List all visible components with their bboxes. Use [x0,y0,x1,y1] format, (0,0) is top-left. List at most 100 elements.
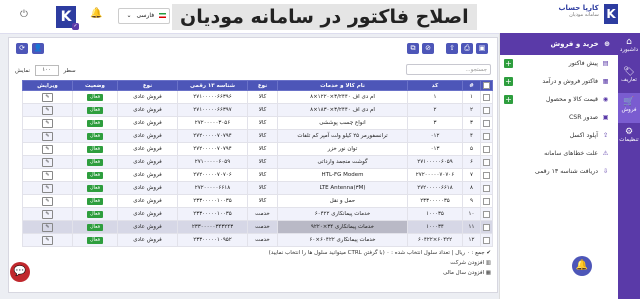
row-checkbox-cell[interactable] [480,103,493,117]
row-checkbox[interactable] [483,158,490,166]
row-checkbox-cell[interactable] [480,168,493,182]
table-row[interactable]: ۲ ۲ ام دی اف ۳/۲۴۴۰×۱۸۳۰×۸ کالا ۲۷۱۰۰۰۰۰۶۶۳۹… [22,103,493,117]
menu-item[interactable]: ⇩ دریافت شناسه ۱۳ رقمی [500,163,618,181]
rail-item[interactable]: 🛒 فروش [618,93,640,123]
row-checkbox-cell[interactable] [480,116,493,130]
table-row[interactable]: ۷ ۲۷۲۰۰۰۰۰۷۰۷۰۶ HTL-FG Modem کالا ۲۷۲۰۰۰۰۰۷۰… [22,168,493,182]
row-checkbox-cell[interactable] [480,129,493,143]
column-header[interactable]: وضعیت [72,80,118,91]
add-icon[interactable]: + [504,95,513,104]
rail-item[interactable]: ⌂ داشبورد [618,33,640,63]
row-checkbox[interactable] [483,93,490,101]
table-row[interactable]: ۶ ۲۷۱۰۰۰۰۰۶۰۵۹ گوشت منجمد وارداتی کالا ۲۷۱۰۰… [22,155,493,169]
table-row[interactable]: ۱ ۱ ام دی اف ۳/۲۴۴۰×۱۲۲۰×۸ کالا ۲۷۱۰۰۰۰۰۶۶۳۹… [22,90,493,104]
print-button[interactable]: ⎙ [461,43,473,54]
refresh-button[interactable]: ⟳ [16,43,28,54]
table-row[interactable]: ۱۰ ۱۰۰۰۳۵ خدمات پیمانکاری ۶۰۴۲۲ خدمت ۲۳۳۰۰۰۰… [22,207,493,221]
add-icon[interactable]: + [504,77,513,86]
search-input[interactable]: جستجو... [406,64,491,75]
page-banner: اصلاح فاکتور در سامانه مودیان [172,4,477,30]
item-kind: خدمت [247,233,278,247]
add-icon[interactable]: + [504,59,513,68]
user-avatar[interactable]: K ✓ [56,6,79,30]
edit-icon[interactable]: ✎ [42,196,53,206]
edit-icon[interactable]: ✎ [42,105,53,115]
edit-icon[interactable]: ✎ [42,222,53,232]
table-row[interactable]: ۵ ۰۱۳ توان نور خزر کالا ۲۷۲۰۰۰۰۰۷۰۷۹۴ فروش عا… [22,142,493,156]
edit-icon[interactable]: ✎ [42,118,53,128]
column-header[interactable]: نام کالا و خدمات [277,80,408,91]
row-checkbox-cell[interactable] [480,233,493,247]
menu-item[interactable]: ⇪ آپلود اکسل [500,127,618,145]
table-row[interactable]: ۸ ۲۷۲۰۰۰۰۰۶۶۱۸ LTE Antenna(۳M) کالا ۲۷۲۰۰۰۰۰… [22,181,493,195]
edit-icon[interactable]: ✎ [42,144,53,154]
row-number: ۹ [462,194,481,208]
language-select[interactable]: فارسی ⌄ [118,8,170,24]
bell-icon[interactable]: 🔔 [90,8,102,19]
row-checkbox[interactable] [483,171,490,179]
row-checkbox-cell[interactable] [480,155,493,169]
row-checkbox[interactable] [483,145,490,153]
row-checkbox[interactable] [483,210,490,218]
row-checkbox[interactable] [483,119,490,127]
page-size-select[interactable]: ۱۰۰ [34,65,59,76]
row-number: ۱ [462,90,481,104]
user-button[interactable]: 👤 [32,43,44,54]
edit-icon[interactable]: ✎ [42,131,53,141]
copy-button[interactable]: ⧉ [407,43,419,54]
table-row[interactable]: ۴ ۰۱۲ ترانسفورمر ۲۵ کیلو ولت آمپر کم تلفات… [22,129,493,143]
chat-fab[interactable]: 💬 [10,262,30,282]
edit-icon[interactable]: ✎ [42,170,53,180]
building-icon: ▥ [485,260,491,266]
edit-icon[interactable]: ✎ [42,157,53,167]
row-checkbox[interactable] [483,197,490,205]
table-row[interactable]: ۳ ۳ انواع چسب پوششی کالا ۲۷۲۰۰۰۰۰۳۰۵۶ فروش عا… [22,116,493,130]
rail-item[interactable]: ⚙ تنظیمات [618,123,640,153]
column-header[interactable]: ویرایش [22,80,73,91]
item-kind: خدمت [247,207,278,221]
edit-icon[interactable]: ✎ [42,209,53,219]
delete-button[interactable]: ⊘ [422,43,434,54]
row-checkbox-cell[interactable] [480,181,493,195]
column-header[interactable]: کد [407,80,463,91]
menu-item[interactable]: ▦ فاکتور فروش و درآمد + [500,73,618,91]
row-checkbox[interactable] [483,184,490,192]
menu-header[interactable]: ⊕ خرید و فروش [500,33,618,55]
row-checkbox[interactable] [483,132,490,140]
upload-button[interactable]: ⇧ [446,43,458,54]
column-header[interactable]: نوع [117,80,178,91]
rail-item[interactable]: 🏷 تعاریف [618,63,640,93]
column-header[interactable] [480,80,493,91]
row-checkbox-cell[interactable] [480,207,493,221]
edit-icon[interactable]: ✎ [42,92,53,102]
row-checkbox[interactable] [483,106,490,114]
edit-icon[interactable]: ✎ [42,183,53,193]
menu-item[interactable]: ⚠ علت خطاهای سامانه [500,145,618,163]
table-row[interactable]: ۹ ۲۳۳۰۰۰۰۰۳۵ حمل و نقل کالا ۲۳۳۰۰۰۰۰۱۰۰۳۵ فرو… [22,194,493,208]
row-checkbox-cell[interactable] [480,194,493,208]
table-row[interactable]: ۱۲ ۶۰۴۲۲×۶۰۴۲۲ خدمات پیمانکاری ۶۰۴۲۲×۶۰ خدم… [22,233,493,247]
row-checkbox-cell[interactable] [480,90,493,104]
save-button[interactable]: ▣ [476,43,488,54]
edit-icon[interactable]: ✎ [42,235,53,245]
column-header[interactable]: نوع [247,80,278,91]
add-fiscal-year-link[interactable]: ▦ افزودن سال مالی [443,270,491,276]
menu-item[interactable]: ▣ صدور CSR [500,109,618,127]
row-checkbox[interactable] [483,236,490,244]
column-header[interactable]: شناسه ۱۳ رقمی [177,80,248,91]
top-bar: ⏻ K ✓ 🔔 فارسی ⌄ اصلاح فاکتور در سامانه مو… [0,0,640,34]
notifications-fab[interactable]: 🔔 [572,256,592,276]
select-all-checkbox[interactable] [483,82,490,89]
column-header[interactable]: # [462,80,481,91]
item-name: حمل و نقل [277,194,408,208]
status-badge: فعال [87,158,103,166]
menu-item[interactable]: ◉ قیمت کالا و محصول + [500,91,618,109]
add-company-link[interactable]: ▥ افزودن شرکت [450,260,491,266]
menu-item[interactable]: ▤ پیش فاکتور + [500,55,618,73]
row-checkbox-cell[interactable] [480,220,493,234]
item-name: LTE Antenna(۳M) [277,181,408,195]
table-row[interactable]: ۱۱ ۱۰۰۰۳۴ خدمات پیمانکاری ۳۴×۹۲۲۰ خدمت ۲۳۳۰۰… [22,220,493,234]
power-icon[interactable]: ⏻ [20,9,28,20]
row-checkbox-cell[interactable] [480,142,493,156]
row-checkbox[interactable] [483,223,490,231]
